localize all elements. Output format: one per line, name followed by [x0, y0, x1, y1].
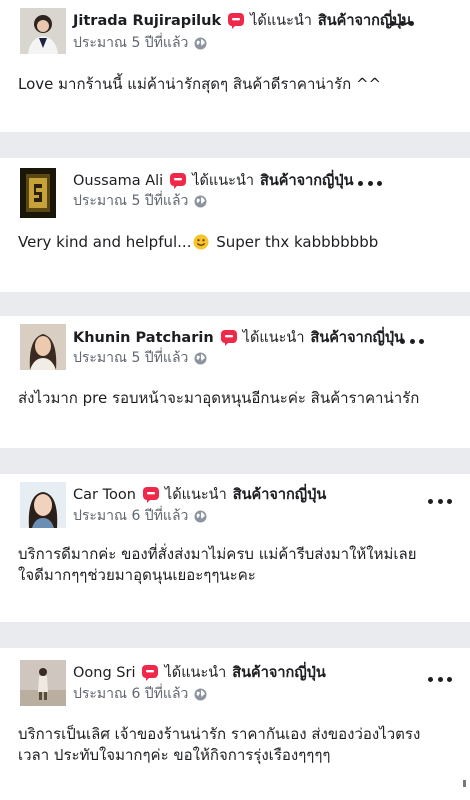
page-name-link[interactable]: สินค้าจากญี่ปุ่น — [310, 326, 404, 349]
recommendation-speech-bubble-icon — [227, 12, 245, 30]
page-name-link[interactable]: สินค้าจากญี่ปุ่น — [233, 483, 327, 506]
review-card: Car Toon ได้แนะนำ สินค้าจากญี่ปุ่น ประมา… — [0, 474, 470, 622]
review-text-end: Super thx kabbbbbbb — [211, 233, 379, 251]
avatar[interactable] — [20, 8, 66, 54]
recommendation-speech-bubble-icon — [141, 664, 159, 682]
recommend-text: ได้แนะนำ — [192, 173, 255, 189]
globe-icon — [194, 510, 207, 523]
review-text-line: Very kind and helpful... Super thx kabbb… — [18, 232, 452, 253]
timestamp[interactable]: ประมาณ 6 ปีที่แล้ว — [73, 683, 188, 705]
avatar[interactable] — [20, 660, 66, 706]
avatar[interactable] — [20, 168, 56, 218]
recommendation-speech-bubble-icon — [220, 329, 238, 347]
smiling-face-emoji-icon — [193, 234, 209, 250]
review-text-line: บริการเป็นเลิศ เจ้าของร้านน่ารัก ราคากัน… — [18, 725, 421, 743]
recommend-text: ได้แนะนำ — [250, 13, 312, 29]
scroll-indicator — [463, 780, 466, 787]
review-card: Khunin Patcharin ได้แนะนำ สินค้าจากญี่ปุ… — [0, 316, 470, 448]
recommendation-speech-bubble-icon — [169, 172, 187, 190]
review-text-start: Very kind and helpful... — [18, 233, 192, 251]
timestamp[interactable]: ประมาณ 5 ปีที่แล้ว — [73, 32, 188, 54]
recommend-text: ได้แนะนำ — [164, 665, 227, 681]
review-text-line: บริการดีมากค่ะ ของที่สั่งส่งมาไม่ครบ แม่… — [18, 545, 417, 563]
timestamp[interactable]: ประมาณ 5 ปีที่แล้ว — [73, 347, 188, 369]
author-name[interactable]: Khunin Patcharin — [73, 330, 214, 346]
recommendation-speech-bubble-icon — [142, 486, 160, 504]
more-options-button[interactable] — [390, 18, 414, 28]
globe-icon — [194, 688, 207, 701]
author-name[interactable]: Jitrada Rujirapiluk — [73, 13, 221, 29]
review-card: Oong Sri ได้แนะนำ สินค้าจากญี่ปุ่น ประมา… — [0, 648, 470, 800]
review-text-line: Love มากร้านนี้ แม่ค้าน่ารักสุดๆ สินค้าด… — [18, 75, 382, 93]
review-text-line: เวลา ประทับใจมากๆค่ะ ขอให้กิจการรุ่งเรือ… — [18, 746, 331, 764]
timestamp[interactable]: ประมาณ 5 ปีที่แล้ว — [73, 190, 188, 212]
avatar[interactable] — [20, 324, 66, 370]
recommend-text: ได้แนะนำ — [164, 487, 227, 503]
page-name-link[interactable]: สินค้าจากญี่ปุ่น — [260, 169, 354, 192]
more-options-button[interactable] — [400, 336, 424, 346]
globe-icon — [194, 352, 207, 365]
globe-icon — [194, 37, 207, 50]
review-text-line: ใจดีมากๆๆช่วยมาอุดนุนเยอะๆๆนะคะ — [18, 566, 256, 584]
recommend-text: ได้แนะนำ — [242, 330, 305, 346]
author-name[interactable]: Oussama Ali — [73, 173, 163, 189]
timestamp[interactable]: ประมาณ 6 ปีที่แล้ว — [73, 505, 188, 527]
author-name[interactable]: Car Toon — [73, 487, 136, 503]
avatar[interactable] — [20, 482, 66, 528]
more-options-button[interactable] — [428, 674, 452, 684]
review-card: Jitrada Rujirapiluk ได้แนะนำ สินค้าจากญี… — [0, 0, 470, 132]
globe-icon — [194, 195, 207, 208]
author-name[interactable]: Oong Sri — [73, 665, 135, 681]
more-options-button[interactable] — [358, 178, 382, 188]
review-text-line: ส่งไวมาก pre รอบหน้าจะมาอุดหนุนอีกนะค่ะ … — [18, 389, 420, 407]
more-options-button[interactable] — [428, 496, 452, 506]
page-name-link[interactable]: สินค้าจากญี่ปุ่น — [232, 661, 326, 684]
review-card: Oussama Ali ได้แนะนำ สินค้าจากญี่ปุ่น ปร… — [0, 158, 470, 292]
